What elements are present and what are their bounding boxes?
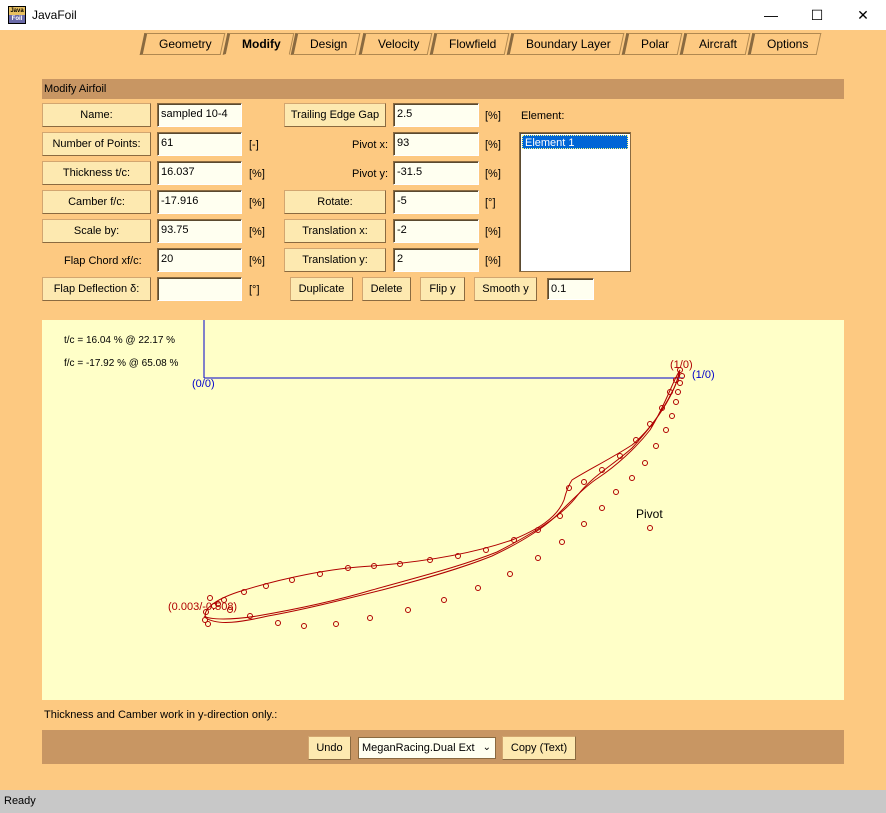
axis-end-label: (1/0) (692, 369, 715, 381)
javafoil-app-icon: Java Foil (8, 6, 26, 24)
copy-text-button[interactable]: Copy (Text) (502, 736, 576, 760)
name-button[interactable]: Name: (42, 103, 151, 127)
number-of-points-button[interactable]: Number of Points: (42, 132, 151, 156)
tab-bar: Geometry Modify Design Velocity Flowfiel… (139, 33, 822, 55)
element-list[interactable]: Element 1 (519, 132, 631, 272)
pivot-x-label: Pivot x: (352, 139, 389, 151)
pivot-marker (647, 525, 653, 531)
scale-unit: [%] (249, 226, 265, 238)
translation-y-field[interactable]: 2 (393, 248, 479, 272)
rotate-field[interactable]: -5 (393, 190, 479, 214)
note-text: Thickness and Camber work in y-direction… (44, 709, 278, 721)
leading-edge-label: (0.003/-0.508) (168, 601, 237, 613)
camber-info: f/c = -17.92 % @ 65.08 % (64, 358, 178, 369)
pivot-y-unit: [%] (485, 168, 501, 180)
thickness-info: t/c = 16.04 % @ 22.17 % (64, 335, 175, 346)
translation-y-unit: [%] (485, 255, 501, 267)
trailing-edge-label: (1/0) (670, 359, 693, 371)
tab-aircraft[interactable]: Aircraft (679, 33, 751, 55)
flap-chord-label: Flap Chord xf/c: (64, 255, 142, 267)
tab-velocity[interactable]: Velocity (358, 33, 433, 55)
camber-button[interactable]: Camber f/c: (42, 190, 151, 214)
flap-chord-field[interactable]: 20 (157, 248, 242, 272)
flap-deflection-button[interactable]: Flap Deflection δ: (42, 277, 151, 301)
number-of-points-field[interactable]: 61 (157, 132, 242, 156)
pivot-y-field[interactable]: -31.5 (393, 161, 479, 185)
duplicate-button[interactable]: Duplicate (290, 277, 353, 301)
points-unit: [-] (249, 139, 259, 151)
scale-by-button[interactable]: Scale by: (42, 219, 151, 243)
translation-x-unit: [%] (485, 226, 501, 238)
flap-deflection-unit: [°] (249, 284, 260, 296)
pivot-label: Pivot (636, 507, 663, 521)
trailing-edge-gap-field[interactable]: 2.5 (393, 103, 479, 127)
title-bar: Java Foil JavaFoil — ☐ ✕ (0, 0, 886, 30)
translation-x-field[interactable]: -2 (393, 219, 479, 243)
airfoil-points (202, 367, 685, 629)
section-header: Modify Airfoil (42, 79, 844, 99)
rotate-button[interactable]: Rotate: (284, 190, 386, 214)
thickness-field[interactable]: 16.037 (157, 161, 242, 185)
status-bar: Ready (0, 790, 886, 813)
scale-by-field[interactable]: 93.75 (157, 219, 242, 243)
smooth-factor-field[interactable]: 0.1 (547, 278, 594, 300)
tab-options[interactable]: Options (747, 33, 822, 55)
close-button[interactable]: ✕ (840, 0, 886, 30)
tab-geometry[interactable]: Geometry (139, 33, 226, 55)
tab-polar[interactable]: Polar (621, 33, 683, 55)
flap-deflection-field[interactable] (157, 277, 242, 301)
format-select[interactable]: MeganRacing.Dual Ext ⌄ (358, 737, 496, 759)
flap-chord-unit: [%] (249, 255, 265, 267)
chevron-down-icon: ⌄ (482, 742, 491, 753)
window-title: JavaFoil (32, 8, 77, 22)
translation-y-button[interactable]: Translation y: (284, 248, 386, 272)
tab-boundary-layer[interactable]: Boundary Layer (507, 33, 625, 55)
airfoil-plot-svg: t/c = 16.04 % @ 22.17 % f/c = -17.92 % @… (64, 320, 715, 629)
airfoil-plot[interactable]: t/c = 16.04 % @ 22.17 % f/c = -17.92 % @… (42, 320, 844, 700)
format-select-value: MeganRacing.Dual Ext (362, 742, 475, 754)
tab-design[interactable]: Design (291, 33, 362, 55)
name-field[interactable]: sampled 10-4 (157, 103, 242, 127)
translation-x-button[interactable]: Translation x: (284, 219, 386, 243)
pivot-x-unit: [%] (485, 139, 501, 151)
pivot-y-label: Pivot y: (352, 168, 389, 180)
thickness-button[interactable]: Thickness t/c: (42, 161, 151, 185)
delete-button[interactable]: Delete (362, 277, 411, 301)
airfoil-inner-curve (203, 371, 681, 620)
te-gap-unit: [%] (485, 110, 501, 122)
minimize-button[interactable]: — (748, 0, 794, 30)
smooth-y-button[interactable]: Smooth y (474, 277, 537, 301)
tab-flowfield[interactable]: Flowfield (429, 33, 510, 55)
camber-unit: [%] (249, 197, 265, 209)
origin-label: (0/0) (192, 378, 215, 390)
flip-y-button[interactable]: Flip y (420, 277, 465, 301)
rotate-unit: [°] (485, 197, 496, 209)
camber-field[interactable]: -17.916 (157, 190, 242, 214)
tab-modify[interactable]: Modify (222, 33, 294, 55)
thickness-unit: [%] (249, 168, 265, 180)
element-list-item[interactable]: Element 1 (522, 135, 628, 149)
airfoil-outline (204, 369, 681, 623)
undo-button[interactable]: Undo (308, 736, 351, 760)
element-label: Element: (521, 110, 565, 122)
maximize-button[interactable]: ☐ (794, 0, 840, 30)
trailing-edge-gap-button[interactable]: Trailing Edge Gap (284, 103, 386, 127)
pivot-x-field[interactable]: 93 (393, 132, 479, 156)
